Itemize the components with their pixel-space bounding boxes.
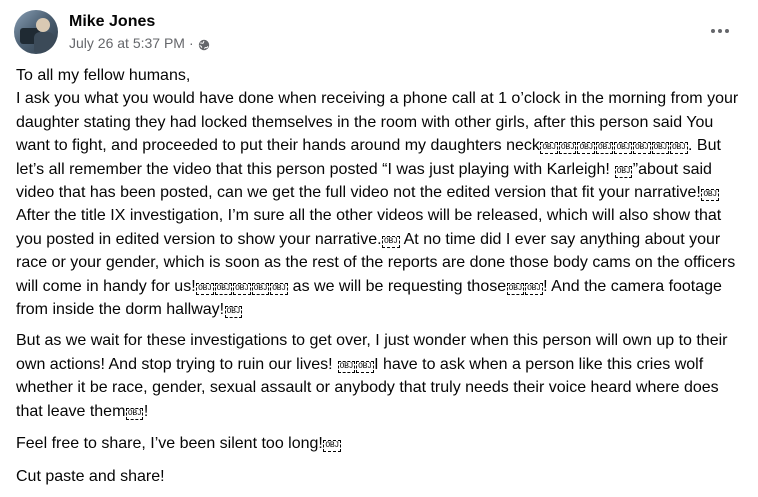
post-paragraph-4: Cut paste and share! bbox=[16, 467, 165, 485]
globe-icon[interactable] bbox=[198, 37, 210, 51]
object-placeholder-glyph: OBJ bbox=[632, 142, 651, 155]
object-placeholder-glyph: OBJ bbox=[382, 235, 400, 248]
post-body: To all my fellow humans, I ask you what y… bbox=[16, 64, 744, 497]
object-placeholder-glyph: OBJ bbox=[233, 282, 251, 295]
object-placeholder-glyph: OBJ bbox=[337, 360, 356, 373]
object-placeholder-glyph: OBJ bbox=[651, 142, 670, 155]
post-header: Mike Jones July 26 at 5:37 PM · bbox=[14, 10, 210, 54]
object-placeholder-glyph: OBJ bbox=[525, 282, 543, 295]
post-paragraph-3: Feel free to share, I’ve been silent too… bbox=[16, 435, 341, 453]
object-placeholder-glyph: OBJ bbox=[614, 142, 632, 155]
object-placeholder-glyph: OBJ bbox=[125, 407, 144, 420]
object-placeholder-glyph: OBJ bbox=[214, 282, 233, 295]
post-paragraph-2: But as we wait for these investigations … bbox=[16, 332, 728, 420]
object-placeholder-glyph: OBJ bbox=[251, 282, 270, 295]
object-placeholder-glyph: OBJ bbox=[540, 142, 558, 155]
object-placeholder-glyph: OBJ bbox=[196, 282, 214, 295]
more-options-icon[interactable] bbox=[702, 16, 738, 46]
author-name[interactable]: Mike Jones bbox=[69, 12, 210, 32]
object-placeholder-glyph: OBJ bbox=[701, 189, 719, 202]
object-placeholder-glyph: OBJ bbox=[595, 142, 614, 155]
object-placeholder-glyph: OBJ bbox=[323, 440, 341, 453]
post-paragraph-1: To all my fellow humans, I ask you what y… bbox=[16, 67, 739, 319]
object-placeholder-glyph: OBJ bbox=[614, 165, 633, 178]
separator-dot: · bbox=[188, 35, 194, 51]
object-placeholder-glyph: OBJ bbox=[356, 360, 374, 373]
object-placeholder-glyph: OBJ bbox=[558, 142, 577, 155]
post-timestamp[interactable]: July 26 at 5:37 PM bbox=[69, 34, 185, 52]
object-placeholder-glyph: OBJ bbox=[224, 306, 243, 319]
facebook-post: Mike Jones July 26 at 5:37 PM · To all m… bbox=[0, 0, 758, 485]
object-placeholder-glyph: OBJ bbox=[577, 142, 595, 155]
post-subline: July 26 at 5:37 PM · bbox=[69, 34, 210, 52]
avatar[interactable] bbox=[14, 10, 58, 54]
object-placeholder-glyph: OBJ bbox=[670, 142, 688, 155]
object-placeholder-glyph: OBJ bbox=[270, 282, 288, 295]
object-placeholder-glyph: OBJ bbox=[506, 282, 525, 295]
post-meta: Mike Jones July 26 at 5:37 PM · bbox=[69, 12, 210, 52]
